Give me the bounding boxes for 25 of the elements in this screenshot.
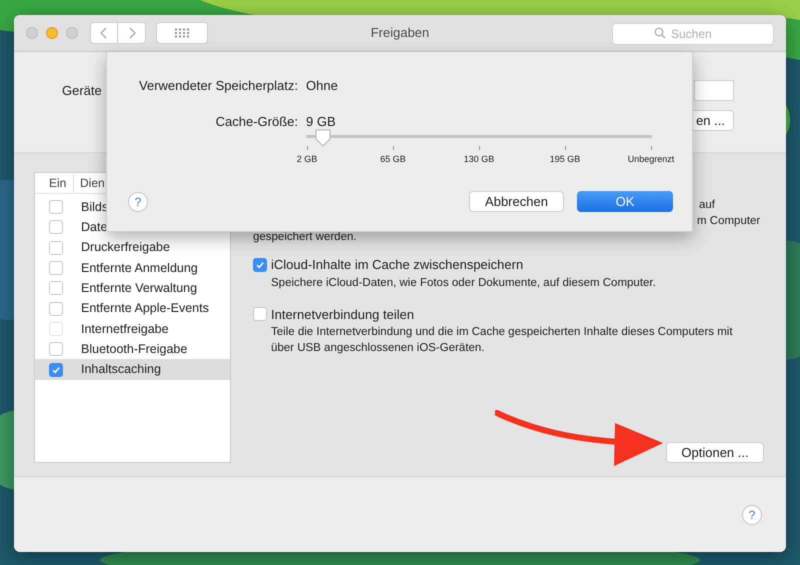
field-value: 9 GB	[306, 112, 337, 130]
service-label: Entfernte Verwaltung	[81, 280, 198, 297]
field-label: Cache-Größe:	[214, 112, 298, 130]
tick-label: 65 GB	[380, 153, 406, 166]
name-label: Geräte	[62, 82, 102, 100]
window-title: Freigaben	[370, 24, 430, 42]
service-label: Entfernte Apple-Events	[81, 300, 209, 318]
service-label: Bluetooth-Freigabe	[81, 340, 188, 358]
field-label: Verwendeter Speicherplatz:	[138, 77, 298, 95]
tick-label: 130 GB	[464, 153, 494, 166]
description-text: Teile die Internetverbindung und die im Cache gespeicherten Inhalte dieses Computers mit	[270, 325, 734, 340]
description-text: gespeichert werden.	[253, 230, 357, 245]
description-text: m Computer	[697, 214, 760, 229]
tick-label: 2 GB	[296, 153, 318, 166]
tick-label: Unbegrenzt	[628, 153, 674, 166]
tick-label: 195 GB	[550, 153, 580, 166]
service-label: Inhaltscaching	[81, 361, 161, 378]
field-value: Ohne	[306, 77, 339, 95]
description-text: Speichere iCloud-Daten, wie Fotos oder Dokumente, auf diesem Computer.	[270, 276, 657, 290]
description-text: auf	[699, 198, 715, 213]
service-label: Druckerfreigabe	[81, 239, 170, 256]
service-label: Internetfreigabe	[81, 320, 169, 338]
description-text: über USB angeschlossenen iOS-Geräten.	[270, 341, 486, 356]
service-label: Entfernte Anmeldung	[81, 260, 198, 277]
service-label: Date	[81, 219, 108, 236]
